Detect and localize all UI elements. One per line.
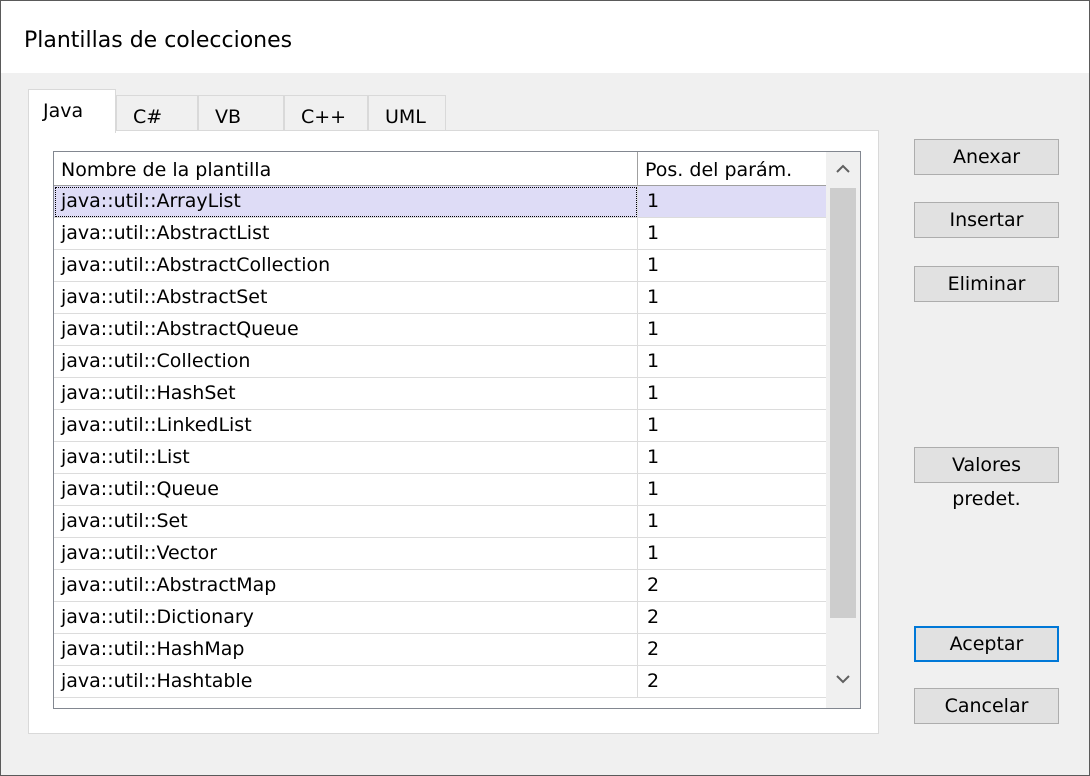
column-header-param-pos[interactable]: Pos. del parám. [638, 152, 826, 186]
template-name-cell[interactable]: java::util::AbstractMap [54, 570, 638, 602]
template-name-cell[interactable]: java::util::AbstractList [54, 218, 638, 250]
template-name-cell[interactable]: java::util::List [54, 442, 638, 474]
chevron-up-icon[interactable] [826, 152, 860, 186]
title-bar: Plantillas de colecciones [1, 1, 1089, 73]
default-values-button[interactable]: Valores predet. [914, 447, 1059, 510]
param-pos-cell[interactable]: 1 [638, 506, 826, 538]
table-row[interactable]: java::util::Collection 1 [54, 346, 826, 378]
template-name-cell[interactable]: java::util::HashSet [54, 378, 638, 410]
table-row[interactable]: java::util::Vector 1 [54, 538, 826, 570]
table-row[interactable]: java::util::AbstractQueue 1 [54, 314, 826, 346]
template-name-cell[interactable]: java::util::ArrayList [54, 186, 638, 218]
tab-java[interactable]: Java [28, 89, 116, 133]
template-name-cell[interactable]: java::util::AbstractQueue [54, 314, 638, 346]
vertical-scrollbar[interactable] [826, 152, 860, 708]
table-row[interactable]: java::util::HashMap 2 [54, 634, 826, 666]
template-name-cell[interactable]: java::util::Set [54, 506, 638, 538]
table-row[interactable]: java::util::ArrayList 1 [54, 186, 826, 218]
templates-table[interactable]: Nombre de la plantilla Pos. del parám. j… [53, 151, 861, 709]
insert-button[interactable]: Insertar [914, 202, 1059, 238]
chevron-down-icon[interactable] [826, 662, 860, 696]
param-pos-cell[interactable]: 2 [638, 666, 826, 698]
template-name-cell[interactable]: java::util::Queue [54, 474, 638, 506]
template-name-cell[interactable]: java::util::AbstractSet [54, 282, 638, 314]
collection-templates-dialog: Plantillas de colecciones Java C# VB C++… [0, 0, 1090, 776]
table-body: java::util::ArrayList 1 java::util::Abstr… [54, 186, 826, 698]
template-name-cell[interactable]: java::util::Hashtable [54, 666, 638, 698]
table-row[interactable]: java::util::AbstractMap 2 [54, 570, 826, 602]
template-name-cell[interactable]: java::util::Dictionary [54, 602, 638, 634]
tab-uml[interactable]: UML [368, 95, 446, 131]
table-row[interactable]: java::util::Queue 1 [54, 474, 826, 506]
param-pos-cell[interactable]: 1 [638, 186, 826, 218]
param-pos-cell[interactable]: 1 [638, 314, 826, 346]
table-row[interactable]: java::util::AbstractSet 1 [54, 282, 826, 314]
scrollbar-thumb[interactable] [830, 188, 856, 618]
param-pos-cell[interactable]: 1 [638, 218, 826, 250]
param-pos-cell[interactable]: 1 [638, 410, 826, 442]
tab-csharp[interactable]: C# [116, 95, 198, 131]
table-row[interactable]: java::util::Hashtable 2 [54, 666, 826, 698]
column-header-template-name[interactable]: Nombre de la plantilla [54, 152, 638, 186]
table-row[interactable]: java::util::Dictionary 2 [54, 602, 826, 634]
table-row[interactable]: java::util::Set 1 [54, 506, 826, 538]
delete-button[interactable]: Eliminar [914, 266, 1059, 302]
param-pos-cell[interactable]: 1 [638, 474, 826, 506]
table-row[interactable]: java::util::HashSet 1 [54, 378, 826, 410]
tab-vb[interactable]: VB [198, 95, 284, 131]
dialog-title: Plantillas de colecciones [24, 28, 293, 53]
param-pos-cell[interactable]: 1 [638, 442, 826, 474]
param-pos-cell[interactable]: 1 [638, 538, 826, 570]
cancel-button[interactable]: Cancelar [914, 688, 1059, 724]
template-name-cell[interactable]: java::util::Collection [54, 346, 638, 378]
template-name-cell[interactable]: java::util::AbstractCollection [54, 250, 638, 282]
param-pos-cell[interactable]: 1 [638, 282, 826, 314]
append-button[interactable]: Anexar [914, 139, 1059, 175]
param-pos-cell[interactable]: 1 [638, 378, 826, 410]
table-row[interactable]: java::util::AbstractList 1 [54, 218, 826, 250]
template-name-cell[interactable]: java::util::Vector [54, 538, 638, 570]
tab-cpp[interactable]: C++ [284, 95, 368, 131]
param-pos-cell[interactable]: 1 [638, 346, 826, 378]
template-name-cell[interactable]: java::util::LinkedList [54, 410, 638, 442]
param-pos-cell[interactable]: 2 [638, 634, 826, 666]
ok-button[interactable]: Aceptar [914, 626, 1059, 662]
param-pos-cell[interactable]: 1 [638, 250, 826, 282]
table-row[interactable]: java::util::AbstractCollection 1 [54, 250, 826, 282]
param-pos-cell[interactable]: 2 [638, 602, 826, 634]
template-name-cell[interactable]: java::util::HashMap [54, 634, 638, 666]
table-row[interactable]: java::util::List 1 [54, 442, 826, 474]
param-pos-cell[interactable]: 2 [638, 570, 826, 602]
table-row[interactable]: java::util::LinkedList 1 [54, 410, 826, 442]
